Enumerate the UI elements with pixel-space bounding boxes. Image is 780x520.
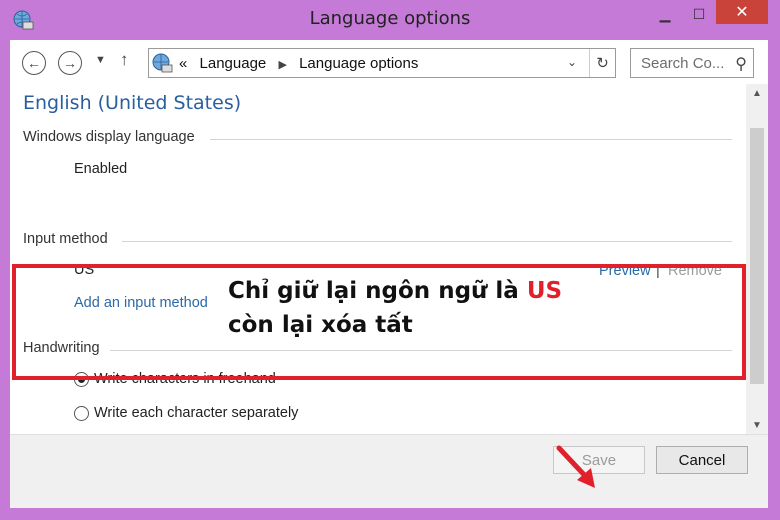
radio-button[interactable]	[74, 405, 89, 421]
breadcrumb: « Language ▶ Language options	[179, 55, 418, 72]
radio-label: Write each character separately	[94, 405, 299, 421]
refresh-button[interactable]: ↻	[589, 49, 615, 77]
minimize-icon: ▁	[659, 5, 671, 22]
scroll-down-button[interactable]: ▼	[746, 416, 768, 434]
breadcrumb-item-language-options[interactable]: Language options	[299, 55, 418, 72]
back-button[interactable]: ←	[22, 51, 46, 75]
minimize-button[interactable]: ▁	[650, 0, 680, 28]
navigation-bar: ← → ▼ ↑ « Language ▶ Language options ⌄ …	[10, 40, 768, 84]
search-icon[interactable]: ⚲	[735, 54, 747, 74]
maximize-icon: ☐	[692, 5, 706, 22]
client-area: ← → ▼ ↑ « Language ▶ Language options ⌄ …	[10, 40, 768, 508]
chevron-down-icon: ▼	[95, 54, 106, 66]
section-divider	[210, 139, 732, 140]
search-box[interactable]: Search Co... ⚲	[630, 48, 754, 78]
forward-button[interactable]: →	[58, 51, 82, 75]
title-bar[interactable]: Language options ▁ ☐ ✕	[0, 0, 780, 40]
chevron-up-icon: ▲	[752, 87, 762, 99]
scroll-up-button[interactable]: ▲	[746, 84, 768, 102]
display-language-status: Enabled	[74, 161, 128, 177]
cancel-button[interactable]: Cancel	[656, 446, 748, 474]
up-arrow-icon: ↑	[120, 50, 129, 69]
maximize-button[interactable]: ☐	[684, 0, 714, 28]
close-button[interactable]: ✕	[716, 0, 768, 24]
red-arrow-icon	[556, 445, 595, 488]
breadcrumb-separator-icon[interactable]: ▶	[278, 59, 286, 71]
input-method-heading: Input method	[23, 231, 108, 247]
chevron-down-icon: ⌄	[567, 55, 578, 69]
window: Language options ▁ ☐ ✕ ← → ▼ ↑ « Languag…	[0, 0, 780, 520]
control-panel-icon	[152, 53, 173, 73]
breadcrumb-overflow[interactable]: «	[179, 55, 187, 72]
radio-separately[interactable]: Write each character separately	[74, 405, 298, 421]
back-arrow-icon: ←	[27, 55, 41, 71]
breadcrumb-item-language[interactable]: Language	[200, 55, 267, 72]
forward-arrow-icon: →	[63, 55, 77, 71]
annotation-highlight: US	[526, 278, 563, 304]
address-dropdown-button[interactable]: ⌄	[567, 55, 577, 69]
chevron-down-icon: ▼	[752, 419, 762, 431]
footer-bar: Save Cancel	[10, 434, 768, 508]
content-pane: English (United States) Windows display …	[10, 84, 746, 434]
close-icon: ✕	[735, 4, 749, 21]
up-button[interactable]: ↑	[120, 50, 129, 70]
recent-locations-button[interactable]: ▼	[95, 54, 106, 66]
section-divider	[122, 241, 732, 242]
language-title: English (United States)	[23, 92, 242, 114]
annotation-line2: còn lại xóa tất	[228, 312, 413, 338]
address-bar[interactable]: « Language ▶ Language options ⌄ ↻	[148, 48, 616, 78]
scroll-thumb[interactable]	[750, 128, 764, 384]
search-input[interactable]: Search Co...	[641, 55, 724, 72]
vertical-scrollbar[interactable]: ▲ ▼	[746, 84, 768, 434]
refresh-icon: ↻	[596, 55, 609, 72]
display-language-heading: Windows display language	[23, 129, 195, 145]
annotation-line1: Chỉ giữ lại ngôn ngữ là	[228, 278, 527, 304]
annotation-text: Chỉ giữ lại ngôn ngữ là US còn lại xóa t…	[228, 274, 562, 342]
